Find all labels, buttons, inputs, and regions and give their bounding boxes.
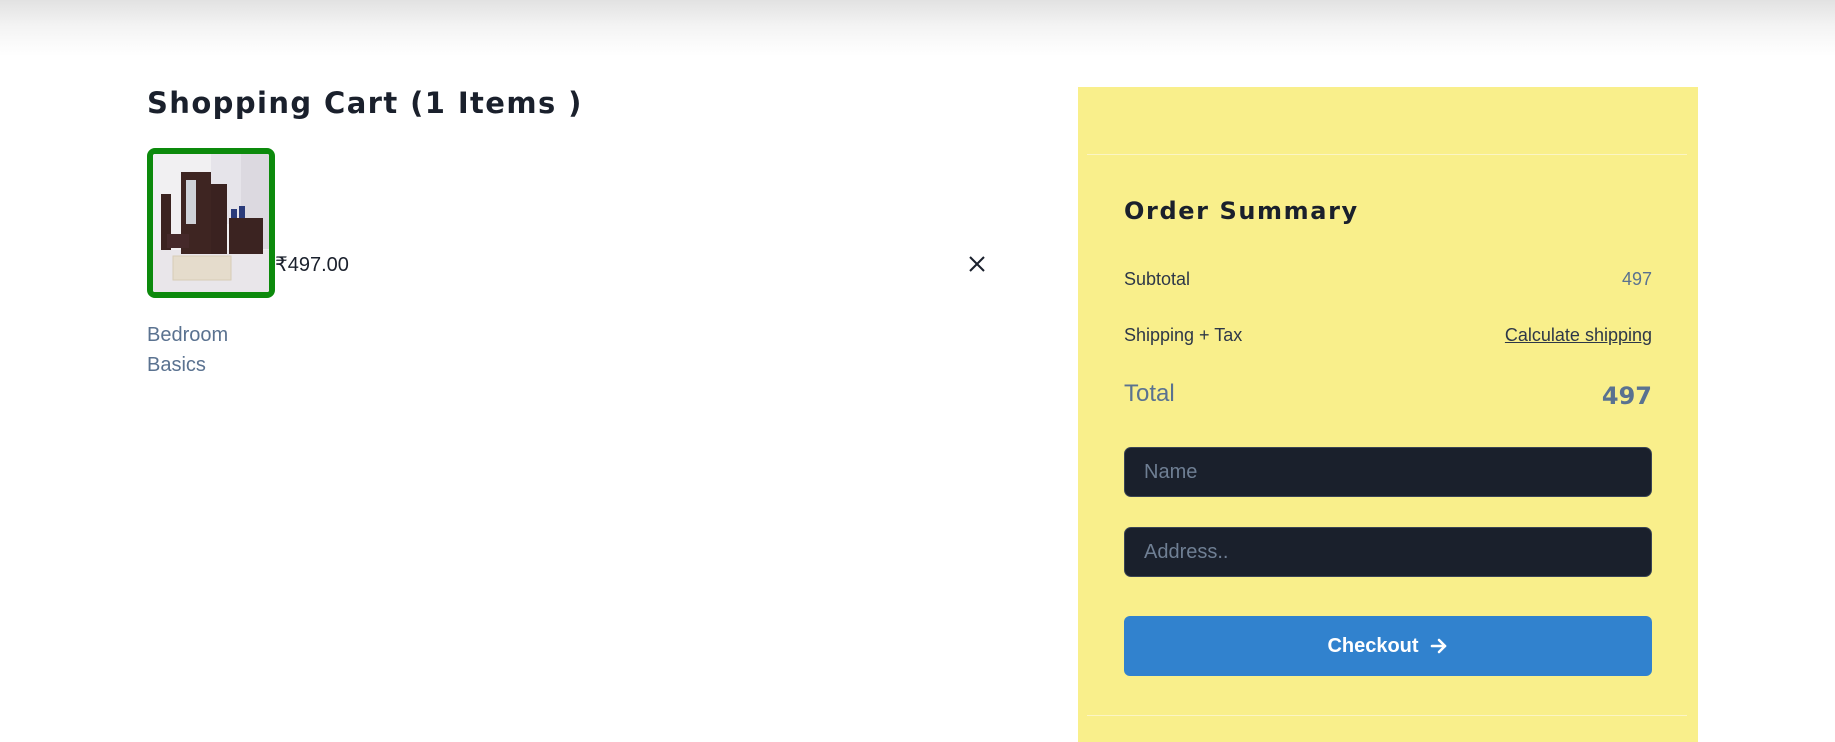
- header-shadow: [0, 0, 1835, 56]
- subtotal-label: Subtotal: [1124, 269, 1191, 289]
- checkout-button[interactable]: Checkout: [1124, 616, 1652, 676]
- shipping-tax-label: Shipping + Tax: [1124, 325, 1243, 345]
- cart-title: Shopping Cart (1 Items ): [147, 86, 583, 120]
- product-thumbnail[interactable]: [147, 148, 275, 298]
- remove-item-button[interactable]: [964, 251, 990, 277]
- total-value: 497: [1601, 382, 1652, 410]
- item-price: ₹497.00: [275, 254, 349, 276]
- subtotal-value: 497: [1621, 269, 1652, 289]
- calculate-shipping-link[interactable]: Calculate shipping: [1505, 325, 1652, 345]
- close-icon: [969, 256, 985, 272]
- arrow-right-icon: [1430, 638, 1446, 654]
- total-label: Total: [1124, 380, 1175, 407]
- checkout-label: Checkout: [1327, 634, 1419, 657]
- name-input[interactable]: [1124, 447, 1652, 497]
- bedroom-furniture-icon: [153, 154, 269, 292]
- address-input[interactable]: [1124, 527, 1652, 577]
- order-summary-title: Order Summary: [1124, 197, 1359, 225]
- product-name[interactable]: Bedroom Basics: [147, 320, 257, 380]
